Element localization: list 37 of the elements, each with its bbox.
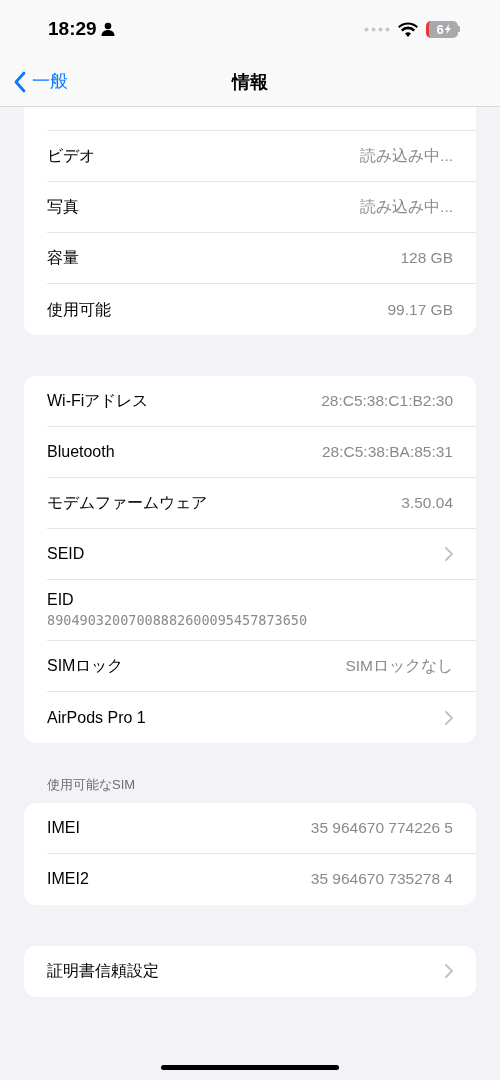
back-chevron-icon [14,70,26,93]
row-value: 35 964670 735278 4 [310,869,453,890]
row-label: 写真 [47,197,79,217]
chevron-icon [445,964,453,978]
chevron-icon [445,710,453,725]
wifi-icon [398,21,418,37]
row-label: Wi-Fiアドレス [47,391,149,411]
row-label: Bluetooth [47,442,115,462]
battery-icon: 6 [426,20,460,38]
row-label: 証明書信頼設定 [47,961,159,981]
row-label: IMEI2 [47,869,89,889]
status-time: 18:29 [48,16,97,41]
row-label: 使用可能 [47,299,111,320]
row-label: 容量 [47,248,79,268]
section-header: 使用可能なSIM [46,776,137,794]
row-label: SEID [47,544,85,564]
chevron-icon [445,547,453,561]
row-value: 読み込み中... [360,146,453,167]
row-value: 28:C5:38:C1:B2:30 [321,391,453,412]
signal-icon [364,26,390,32]
back-button[interactable]: 一般 [14,68,68,95]
row-value: 35 964670 774226 5 [310,817,453,838]
row-value: 89049032007008882600095457873650 [47,611,309,630]
row-value: 読み込み中... [360,197,453,218]
row-label: EID [47,590,75,610]
row-label: AirPods Pro 1 [47,707,146,728]
row-value: SIMロックなし [345,656,453,677]
person-icon [100,22,115,36]
row-value: 28:C5:38:BA:85:31 [322,442,453,463]
row-label: SIMロック [47,656,124,676]
row-value: 3.50.04 [401,493,453,514]
nav-title: 情報 [232,70,268,94]
row-value: 99.17 GB [387,299,453,320]
row-label: モデムファームウェア [47,493,207,513]
row-value: 128 GB [400,248,453,269]
row-label: IMEI [47,817,80,838]
row-label: ビデオ [47,146,95,166]
